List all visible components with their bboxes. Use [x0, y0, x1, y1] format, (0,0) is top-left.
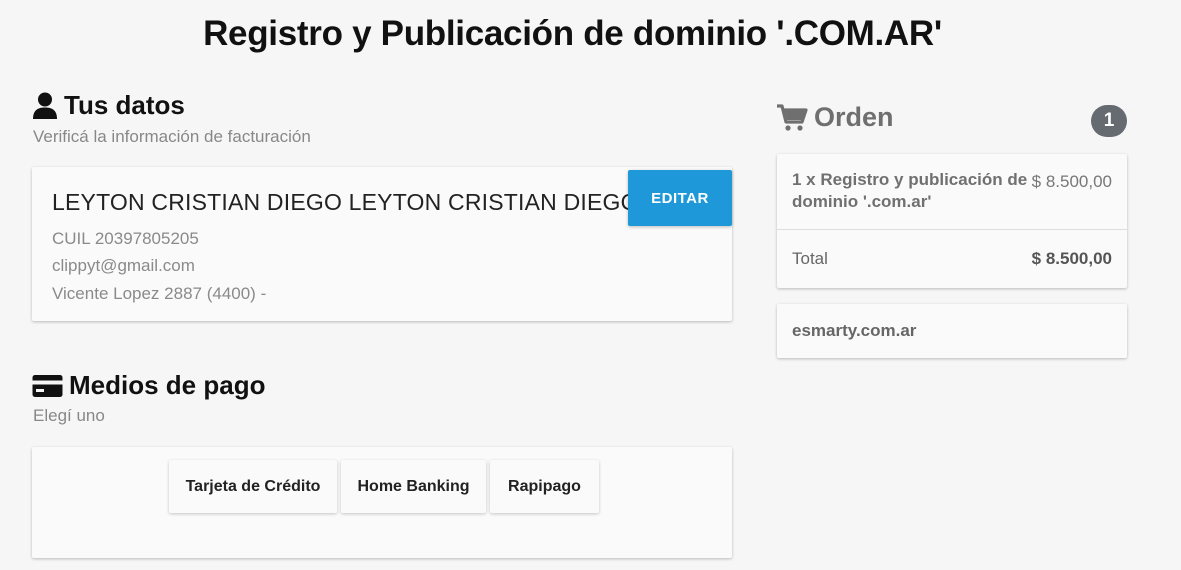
- order-divider: [777, 229, 1127, 230]
- order-total-value: $ 8.500,00: [1031, 249, 1112, 268]
- edit-button[interactable]: EDITAR: [628, 170, 732, 226]
- order-item-label: 1 x Registro y publicación de dominio '.…: [792, 170, 1028, 211]
- payment-card: Tarjeta de Crédito Home Banking Rapipago: [32, 447, 732, 558]
- payment-method-credit-card[interactable]: Tarjeta de Crédito: [169, 460, 337, 513]
- order-total-label: Total: [792, 249, 828, 268]
- user-icon: [33, 92, 57, 119]
- order-heading: Orden: [776, 102, 894, 133]
- billing-name: LEYTON CRISTIAN DIEGO LEYTON CRISTIAN DI…: [52, 189, 639, 215]
- credit-card-icon: [32, 374, 63, 397]
- payment-subheading: Elegí uno: [33, 406, 105, 425]
- payment-method-rapipago[interactable]: Rapipago: [490, 460, 599, 513]
- domain-card: esmarty.com.ar: [777, 304, 1127, 358]
- order-summary-card: 1 x Registro y publicación de dominio '.…: [777, 154, 1127, 288]
- order-heading-text: Orden: [814, 102, 894, 132]
- cart-icon: [777, 103, 808, 131]
- order-item-price: $ 8.500,00: [1031, 172, 1112, 191]
- billing-address: Vicente Lopez 2887 (4400) -: [52, 284, 267, 303]
- billing-heading: Tus datos: [32, 90, 185, 121]
- page-title: Registro y Publicación de dominio '.COM.…: [203, 14, 942, 53]
- billing-heading-text: Tus datos: [64, 90, 185, 120]
- billing-cuil: CUIL 20397805205: [52, 229, 199, 248]
- order-domain: esmarty.com.ar: [792, 321, 917, 340]
- billing-email: clippyt@gmail.com: [52, 256, 195, 275]
- payment-method-home-banking[interactable]: Home Banking: [341, 460, 486, 513]
- order-count-badge: 1: [1091, 105, 1127, 137]
- billing-card: LEYTON CRISTIAN DIEGO LEYTON CRISTIAN DI…: [32, 167, 732, 321]
- payment-heading-text: Medios de pago: [69, 370, 266, 400]
- payment-heading: Medios de pago: [32, 370, 265, 401]
- billing-subheading: Verificá la información de facturación: [33, 127, 311, 146]
